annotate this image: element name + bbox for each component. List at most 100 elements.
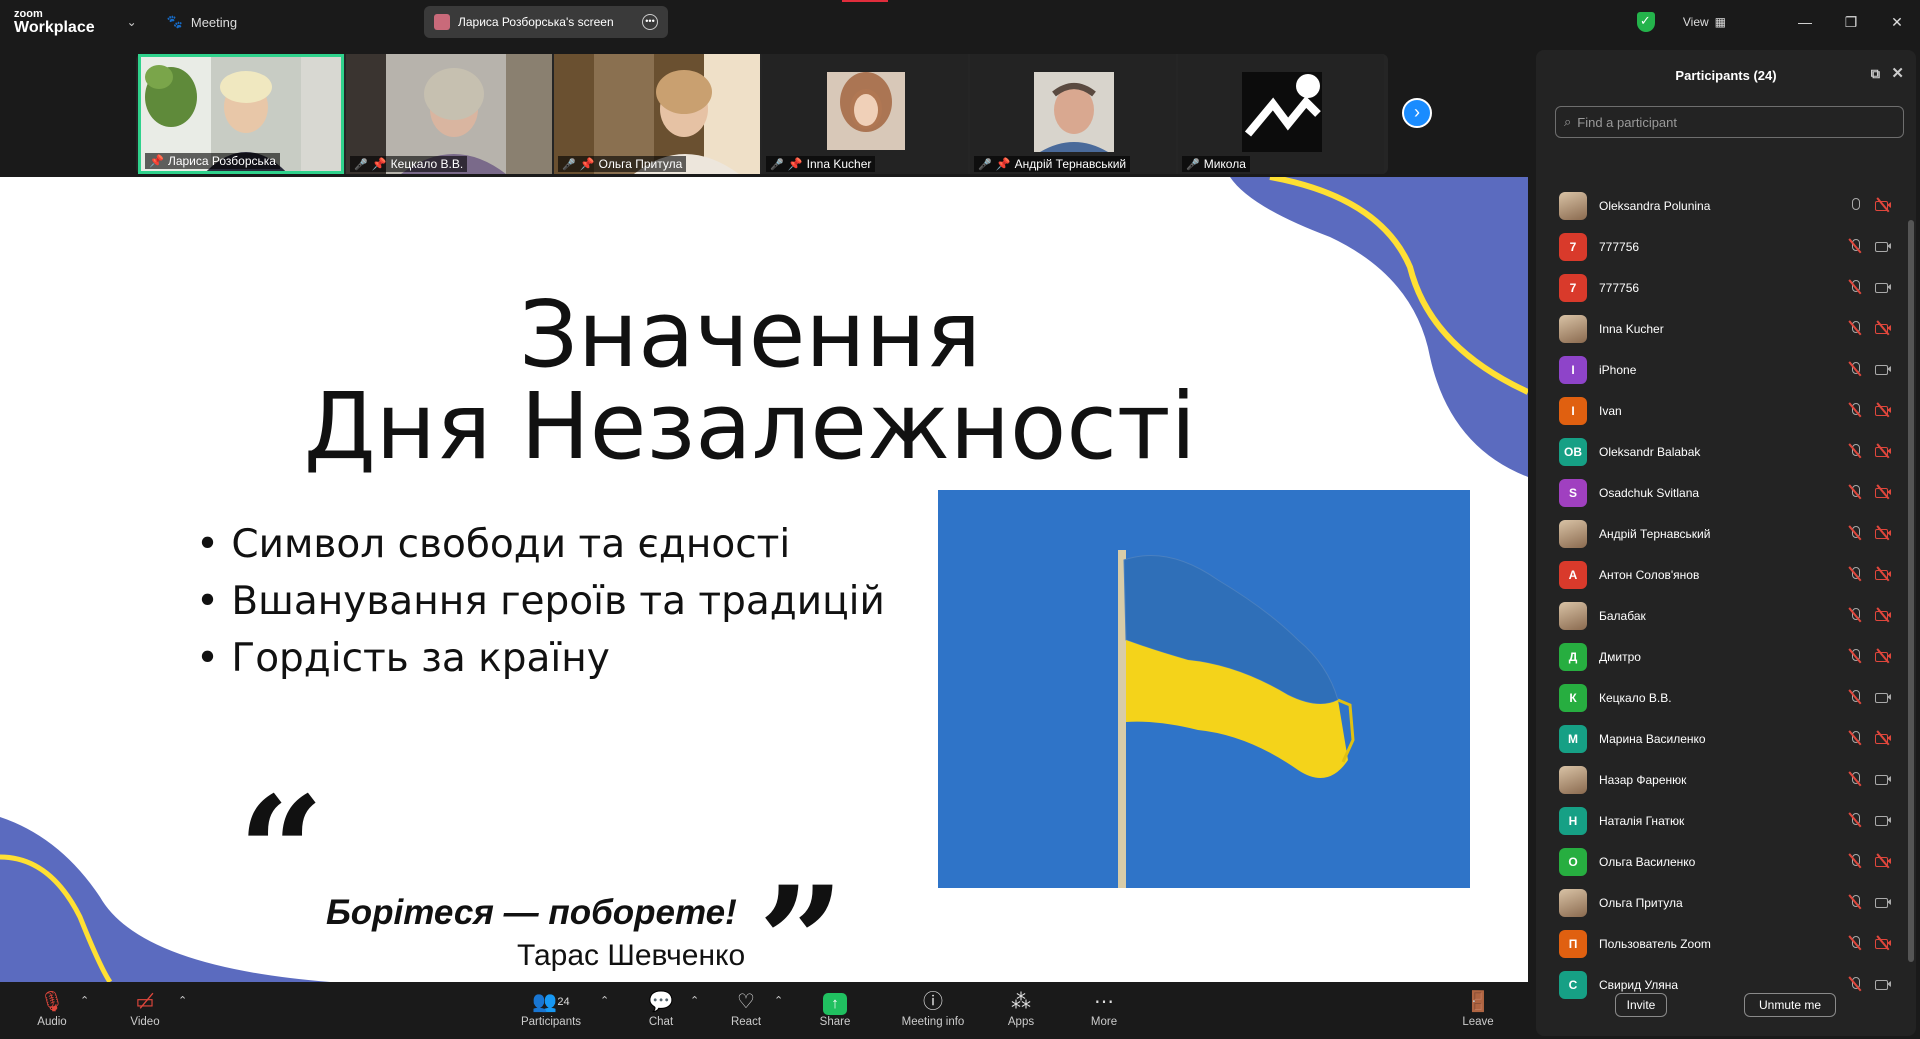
participant-row[interactable]: А Антон Солов'янов [1536, 554, 1904, 595]
participant-row[interactable]: Андрій Тернавський [1536, 513, 1904, 554]
more-options-icon[interactable]: ••• [642, 14, 658, 30]
chevron-up-icon[interactable]: ⌃ [774, 994, 783, 1007]
video-tile[interactable]: 📌 Лариса Розборська [138, 54, 344, 174]
chevron-up-icon[interactable]: ⌃ [178, 994, 187, 1007]
video-off-icon[interactable] [1874, 197, 1892, 213]
next-page-button[interactable]: › [1402, 98, 1432, 128]
meeting-info-button[interactable]: ⓘ Meeting info [893, 990, 973, 1028]
mic-muted-icon[interactable] [1848, 279, 1862, 295]
mic-muted-icon[interactable] [1848, 894, 1862, 910]
unmute-me-button[interactable]: Unmute me [1744, 993, 1836, 1017]
mic-icon[interactable] [1848, 197, 1862, 213]
mic-muted-icon[interactable] [1848, 730, 1862, 746]
video-off-icon[interactable] [1874, 607, 1892, 623]
video-tile[interactable]: 🎤 📌 Ольга Притула [554, 54, 760, 174]
mic-muted-icon[interactable] [1848, 689, 1862, 705]
close-window-icon[interactable]: ✕ [1874, 14, 1920, 31]
participant-row[interactable]: Н Наталія Гнатюк [1536, 800, 1904, 841]
video-off-icon[interactable] [1874, 566, 1892, 582]
chevron-up-icon[interactable]: ⌃ [690, 994, 699, 1007]
video-off-icon[interactable] [1874, 525, 1892, 541]
chevron-up-icon[interactable]: ⌃ [600, 994, 609, 1007]
participant-row[interactable]: О Ольга Василенко [1536, 841, 1904, 882]
participant-row[interactable]: S Osadchuk Svitlana [1536, 472, 1904, 513]
participant-row[interactable]: Ольга Притула [1536, 882, 1904, 923]
video-icon[interactable] [1874, 771, 1892, 787]
participant-row[interactable]: М Марина Василенко [1536, 718, 1904, 759]
maximize-icon[interactable]: ❐ [1828, 14, 1874, 31]
chevron-up-icon[interactable]: ⌃ [80, 994, 89, 1007]
participant-row[interactable]: С Свирид Уляна [1536, 964, 1904, 1005]
bullet-list: Символ свободи та єдності Вшанування гер… [196, 522, 884, 693]
video-off-icon[interactable] [1874, 648, 1892, 664]
video-icon[interactable] [1874, 812, 1892, 828]
mic-muted-icon[interactable] [1848, 402, 1862, 418]
search-input[interactable]: ⌕ Find a participant [1555, 106, 1904, 138]
mic-muted-icon[interactable] [1848, 320, 1862, 336]
video-label: Video [130, 1016, 160, 1028]
participant-row[interactable]: Inna Kucher [1536, 308, 1904, 349]
video-off-icon[interactable] [1874, 853, 1892, 869]
mic-muted-icon[interactable] [1848, 484, 1862, 500]
participant-row[interactable]: 7 777756 [1536, 226, 1904, 267]
apps-button[interactable]: ⁂ Apps [981, 990, 1061, 1028]
participant-row[interactable]: 7 777756 [1536, 267, 1904, 308]
video-button[interactable]: ▭̸ Video [105, 990, 185, 1028]
close-icon[interactable]: ✕ [1891, 64, 1904, 82]
participant-row[interactable]: Д Дмитро [1536, 636, 1904, 677]
participant-row[interactable]: П Пользователь Zoom [1536, 923, 1904, 964]
minimize-icon[interactable]: — [1782, 14, 1828, 30]
video-off-icon[interactable] [1874, 484, 1892, 500]
meeting-tab[interactable]: 🐾 Meeting [167, 14, 237, 30]
chevron-down-icon[interactable]: ⌄ [127, 15, 137, 29]
mic-muted-icon[interactable] [1848, 607, 1862, 623]
mic-muted-icon[interactable] [1848, 525, 1862, 541]
video-off-icon[interactable] [1874, 443, 1892, 459]
video-off-icon[interactable] [1874, 730, 1892, 746]
chat-button[interactable]: 💬 Chat [621, 990, 701, 1028]
mic-muted-icon[interactable] [1848, 853, 1862, 869]
video-tile[interactable]: 🎤 📌 Inna Kucher [762, 54, 968, 174]
video-tile[interactable]: 🎤 📌 Кецкало В.В. [346, 54, 552, 174]
mic-muted-icon[interactable] [1848, 361, 1862, 377]
video-icon[interactable] [1874, 894, 1892, 910]
video-icon[interactable] [1874, 361, 1892, 377]
participant-row[interactable]: I Ivan [1536, 390, 1904, 431]
audio-label: Audio [37, 1016, 67, 1028]
video-off-icon[interactable] [1874, 935, 1892, 951]
participant-row[interactable]: Oleksandra Polunina [1536, 185, 1904, 226]
meeting-info-label: Meeting info [901, 1016, 965, 1028]
encryption-shield-icon[interactable] [1636, 12, 1655, 32]
video-off-icon[interactable] [1874, 320, 1892, 336]
mic-muted-icon[interactable] [1848, 648, 1862, 664]
share-button[interactable]: ↑ Share [795, 990, 875, 1028]
participant-name: Кецкало В.В. [1599, 690, 1672, 705]
participants-button[interactable]: 👥24 Participants [511, 990, 591, 1028]
video-icon[interactable] [1874, 976, 1892, 992]
screen-share-tab[interactable]: Лариса Розборська's screen ••• [424, 6, 668, 38]
more-button[interactable]: ⋯ More [1064, 990, 1144, 1028]
video-icon[interactable] [1874, 689, 1892, 705]
mic-muted-icon[interactable] [1848, 812, 1862, 828]
participant-row[interactable]: Балабак [1536, 595, 1904, 636]
pop-out-icon[interactable]: ⧉ [1871, 66, 1880, 82]
video-tile[interactable]: 🎤 Микола [1178, 54, 1384, 174]
leave-button[interactable]: 🚪 Leave [1438, 990, 1518, 1028]
mic-muted-icon[interactable] [1848, 771, 1862, 787]
view-button[interactable]: View ▦ [1683, 15, 1726, 29]
participant-row[interactable]: Назар Фаренюк [1536, 759, 1904, 800]
video-icon[interactable] [1874, 279, 1892, 295]
participant-row[interactable]: К Кецкало В.В. [1536, 677, 1904, 718]
mic-muted-icon[interactable] [1848, 935, 1862, 951]
video-off-icon[interactable] [1874, 402, 1892, 418]
participant-row[interactable]: IiPhone [1536, 349, 1904, 390]
scrollbar[interactable] [1908, 220, 1914, 962]
mic-muted-icon[interactable] [1848, 443, 1862, 459]
mic-muted-icon[interactable] [1848, 976, 1862, 992]
mic-muted-icon[interactable] [1848, 566, 1862, 582]
invite-button[interactable]: Invite [1615, 993, 1667, 1017]
video-icon[interactable] [1874, 238, 1892, 254]
video-tile[interactable]: 🎤 📌 Андрій Тернавський [970, 54, 1176, 174]
mic-muted-icon[interactable] [1848, 238, 1862, 254]
participant-row[interactable]: OB Oleksandr Balabak [1536, 431, 1904, 472]
